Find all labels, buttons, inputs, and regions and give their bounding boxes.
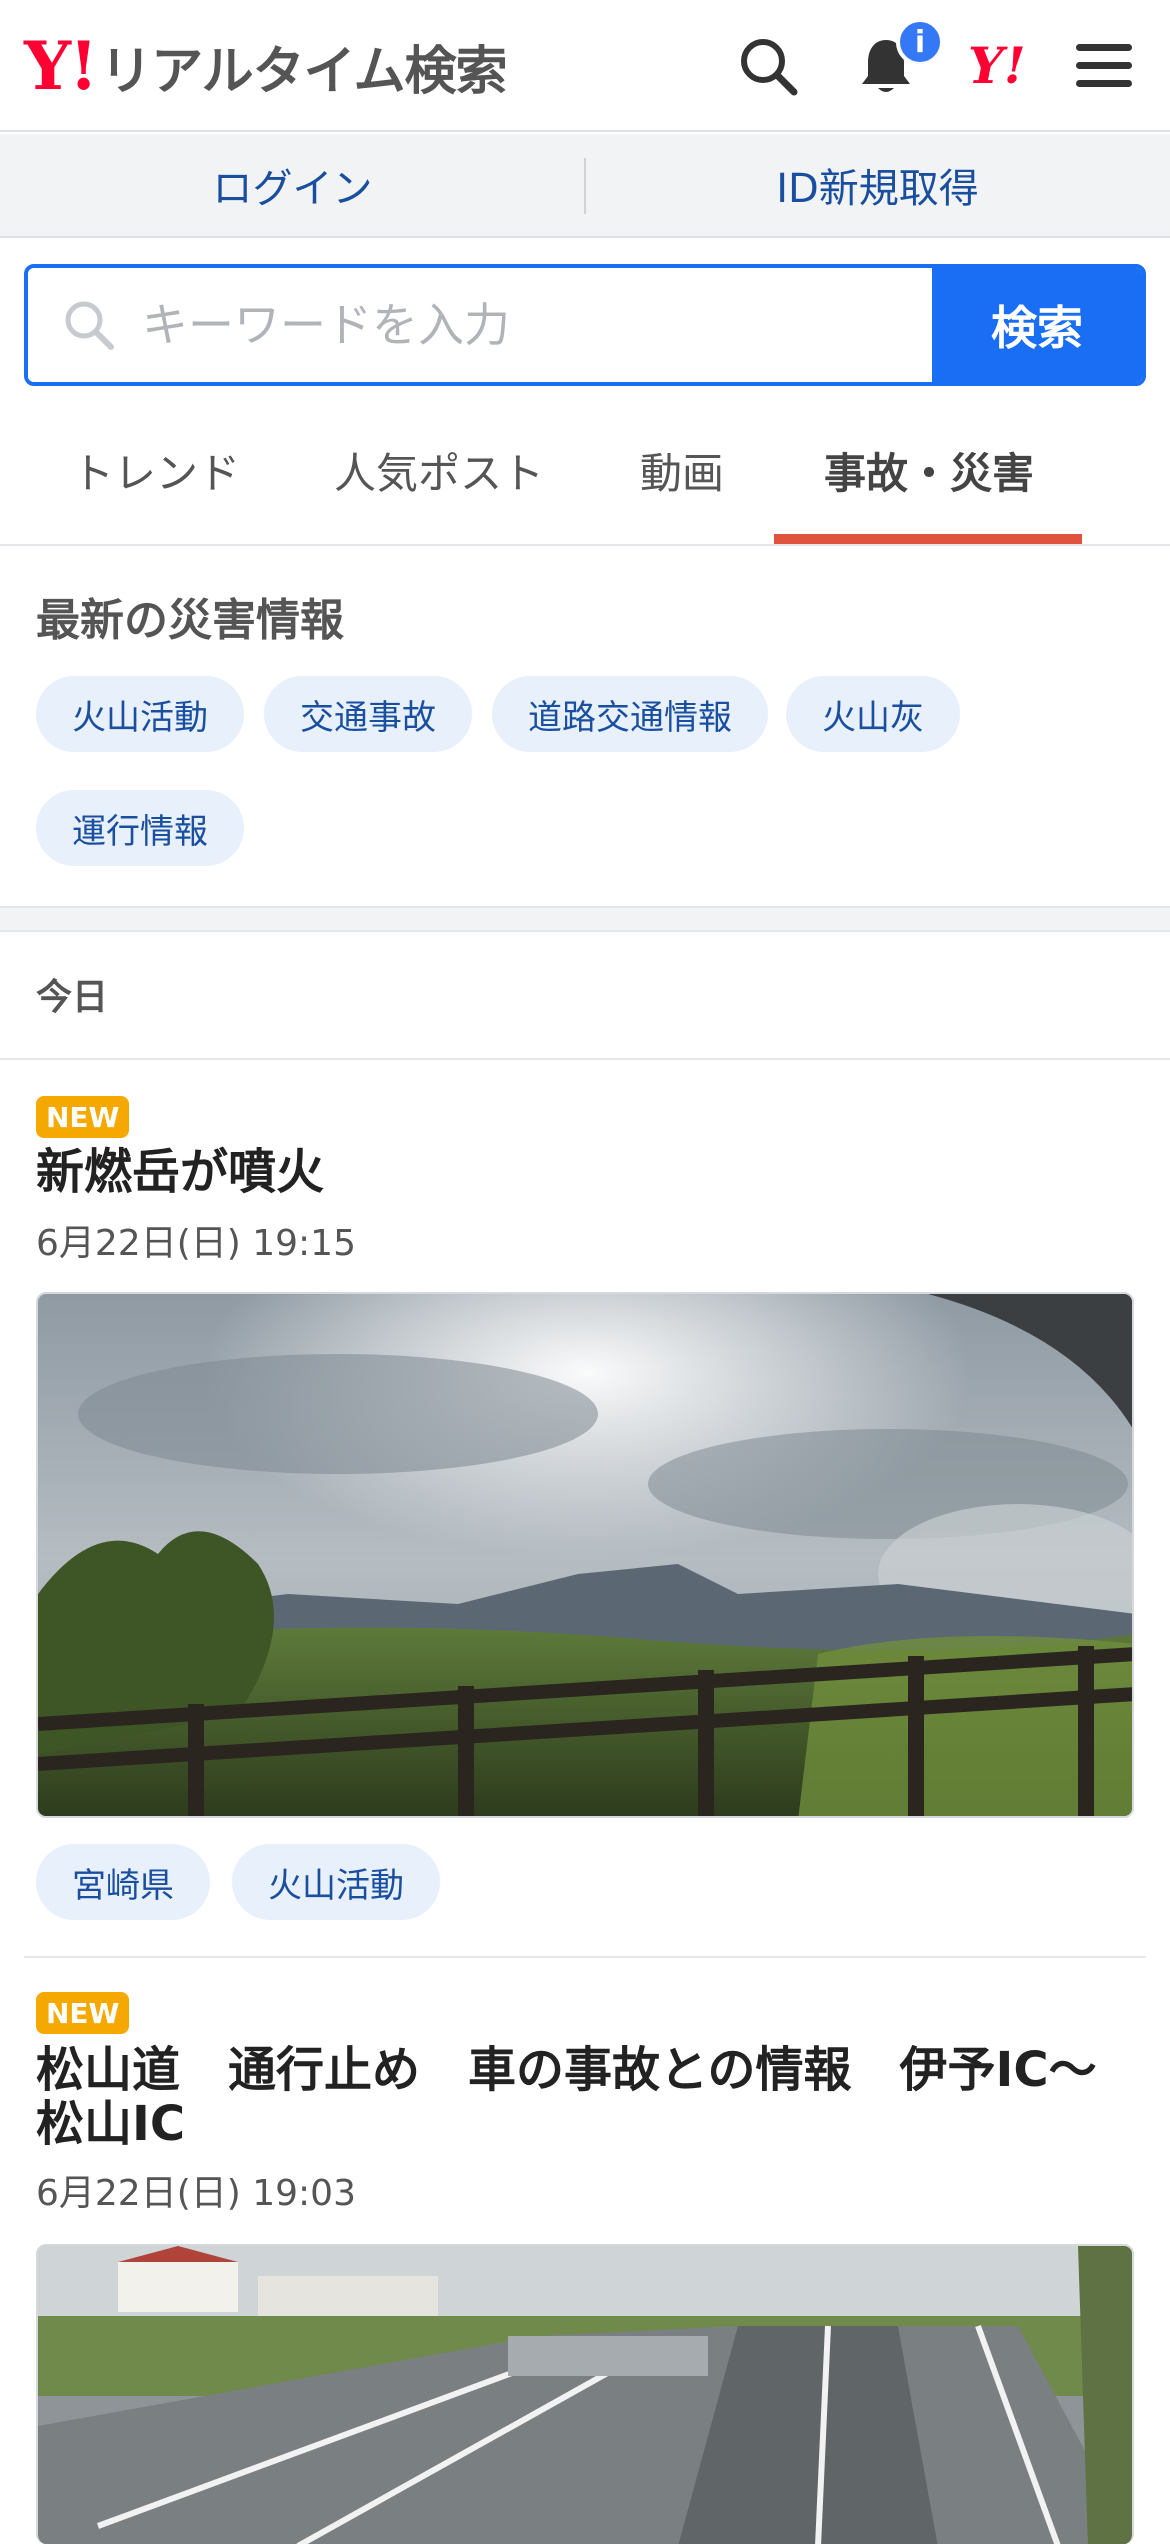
site-logo[interactable]: Y! リアルタイム検索 — [24, 27, 508, 105]
new-badge: NEW — [36, 1096, 130, 1138]
yahoo-logo-mark: Y! — [24, 27, 98, 105]
site-title: リアルタイム検索 — [100, 41, 507, 102]
news-time: 6月22日(日) 19:15 — [36, 1223, 356, 1264]
search-button[interactable]: 検索 — [932, 268, 1142, 382]
news-divider — [24, 1956, 1146, 1958]
tab-accident-disaster[interactable]: 事故・災害 — [824, 440, 1034, 501]
news-tag[interactable]: 火山活動 — [232, 1844, 440, 1920]
search-field-icon — [62, 298, 116, 352]
register-link[interactable]: ID新規取得 — [585, 134, 1170, 236]
date-group-label: 今日 — [36, 977, 109, 1018]
disaster-chip[interactable]: 火山活動 — [36, 676, 244, 752]
news-time: 6月22日(日) 19:03 — [36, 2173, 356, 2214]
disaster-chip[interactable]: 道路交通情報 — [492, 676, 768, 752]
disaster-chip[interactable]: 交通事故 — [264, 676, 472, 752]
search-icon[interactable] — [732, 30, 804, 102]
tab-popular-posts[interactable]: 人気ポスト — [334, 440, 544, 501]
category-tabs: トレンド 人気ポスト 動画 事故・災害 — [0, 410, 1170, 546]
app-header: Y! リアルタイム検索 i Y! — [0, 0, 1170, 132]
login-bar: ログイン ID新規取得 — [0, 134, 1170, 238]
hamburger-menu-icon[interactable] — [1068, 30, 1140, 102]
new-badge: NEW — [36, 1992, 130, 2034]
news-image-volcano[interactable] — [36, 1292, 1134, 1818]
notification-badge: i — [896, 18, 944, 66]
tab-trend[interactable]: トレンド — [72, 440, 240, 501]
disaster-chip[interactable]: 運行情報 — [36, 790, 244, 866]
search-field — [28, 268, 932, 382]
disaster-chip[interactable]: 火山灰 — [786, 676, 960, 752]
section-divider — [0, 906, 1170, 932]
tab-video[interactable]: 動画 — [640, 440, 724, 501]
search-input[interactable] — [142, 298, 932, 352]
news-title[interactable]: 新燃岳が噴火 — [36, 1145, 1136, 1200]
news-title[interactable]: 松山道 通行止め 車の事故との情報 伊予IC〜松山IC — [36, 2043, 1136, 2152]
news-image-highway[interactable] — [36, 2244, 1134, 2544]
divider — [0, 1058, 1170, 1060]
yahoo-top-link[interactable]: Y! — [968, 36, 1026, 95]
login-divider — [584, 158, 586, 214]
login-link[interactable]: ログイン — [0, 134, 585, 236]
news-tag[interactable]: 宮崎県 — [36, 1844, 210, 1920]
disaster-section-title: 最新の災害情報 — [36, 595, 344, 646]
active-tab-indicator — [774, 534, 1082, 544]
search-form: 検索 — [24, 264, 1146, 386]
